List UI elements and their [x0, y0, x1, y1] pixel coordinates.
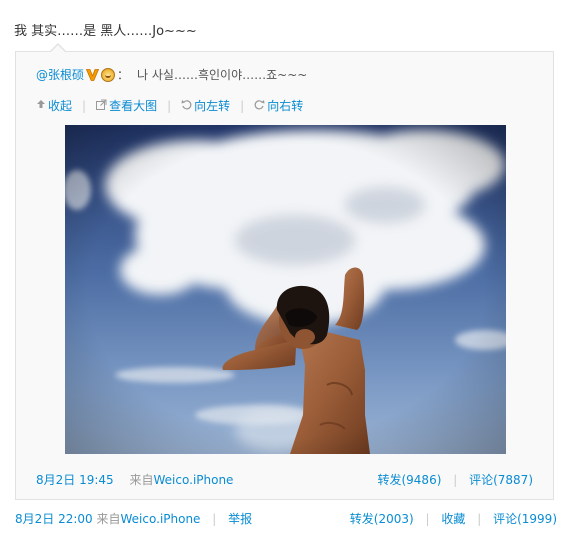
post-timestamp-link[interactable]: 8月2日 22:00 [15, 512, 93, 526]
rotate-right-icon [254, 99, 265, 113]
rotate-right-button[interactable]: 向右转 [254, 97, 303, 114]
report-link[interactable]: 举报 [228, 512, 252, 526]
external-image-icon [96, 99, 107, 113]
image-toolbar: 收起 | 查看大图 | 向左转 | 向右转 [36, 97, 303, 114]
post-text: 我 其实……是 黑人……Jo~~~ [14, 24, 197, 39]
original-author-link[interactable]: @张根硕 [36, 66, 84, 83]
rotate-left-icon [181, 99, 192, 113]
original-comment-link[interactable]: 评论(7887) [469, 473, 533, 487]
post-source-prefix: 来自 [96, 512, 121, 526]
post-comment-link[interactable]: 评论(1999) [493, 512, 557, 526]
post-repost-link[interactable]: 转发(2003) [350, 512, 414, 526]
rotate-right-label: 向右转 [267, 99, 304, 113]
original-source-link[interactable]: Weico.iPhone [154, 473, 234, 487]
rotate-left-button[interactable]: 向左转 [181, 97, 230, 114]
post-favorite-link[interactable]: 收藏 [441, 512, 465, 526]
toolbar-separator: | [240, 98, 245, 113]
original-source-prefix: 来自 [129, 473, 154, 487]
collapse-label: 收起 [48, 99, 73, 113]
toolbar-separator: | [82, 98, 87, 113]
crown-badge-icon[interactable] [101, 67, 116, 82]
collapse-button[interactable]: 收起 [36, 97, 72, 114]
meta-separator: | [425, 512, 430, 526]
meta-separator: | [453, 473, 458, 487]
arrow-up-icon [36, 99, 46, 112]
original-post-line: @张根硕 ： 나 사실……흑인이야……죠~~~ [36, 66, 307, 83]
post-photo[interactable] [65, 125, 506, 454]
toolbar-separator: | [167, 98, 172, 113]
original-colon: ： [117, 68, 130, 82]
view-large-label: 查看大图 [109, 99, 158, 113]
original-repost-link[interactable]: 转发(9486) [377, 473, 441, 487]
original-post-text: 나 사실……흑인이야……죠~~~ [137, 68, 308, 82]
verified-v-icon[interactable] [85, 68, 100, 81]
meta-separator: | [212, 512, 217, 526]
original-timestamp-link[interactable]: 8月2日 19:45 [36, 473, 114, 487]
repost-box: @张根硕 ： 나 사실……흑인이야……죠~~~ 收起 | 查看大图 | 向左转 … [15, 43, 554, 500]
post-source-link[interactable]: Weico.iPhone [121, 512, 201, 526]
meta-separator: | [477, 512, 482, 526]
rotate-left-label: 向左转 [194, 99, 231, 113]
view-large-image-button[interactable]: 查看大图 [96, 97, 157, 114]
